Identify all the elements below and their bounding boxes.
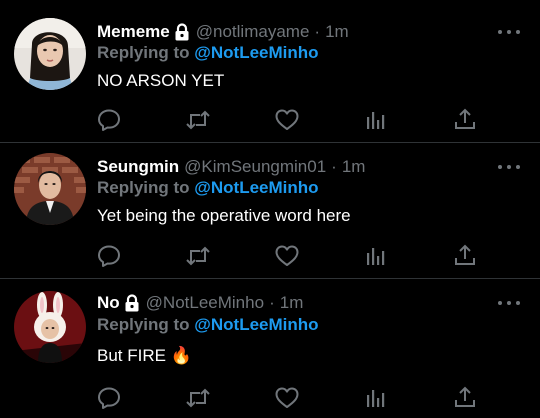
replying-to-label: Replying to [97, 178, 190, 197]
reply-icon[interactable] [96, 243, 122, 269]
tweet[interactable]: Seungmin @KimSeungmin01 · 1m Replying to… [0, 142, 540, 278]
replying-to-label: Replying to [97, 43, 190, 62]
action-bar [96, 385, 496, 411]
more-icon[interactable] [498, 162, 520, 172]
avatar[interactable] [14, 18, 86, 90]
replying-to-label: Replying to [97, 315, 190, 334]
reply-icon[interactable] [96, 107, 122, 133]
action-bar [96, 243, 496, 269]
reply-icon[interactable] [96, 385, 122, 411]
stats-icon[interactable] [363, 385, 389, 411]
separator: · [331, 157, 337, 176]
tweet-text: Yet being the operative word here [97, 206, 351, 225]
tweet-text: NO ARSON YET [97, 71, 225, 90]
replying-to: Replying to @NotLeeMinho [97, 41, 319, 65]
tweet[interactable]: No @NotLeeMinho · 1m Replying to @NotLee… [0, 278, 540, 418]
retweet-icon[interactable] [185, 243, 211, 269]
retweet-icon[interactable] [185, 107, 211, 133]
avatar[interactable] [14, 291, 86, 363]
user-handle[interactable]: @notlimayame [196, 22, 310, 42]
lock-icon [124, 294, 140, 312]
separator: · [269, 293, 275, 312]
user-handle[interactable]: @NotLeeMinho [146, 293, 264, 313]
replying-to-handle[interactable]: @NotLeeMinho [194, 178, 318, 197]
heart-icon[interactable] [274, 107, 300, 133]
tweet-text: But FIRE 🔥 [97, 346, 192, 365]
retweet-icon[interactable] [185, 385, 211, 411]
lock-icon [174, 23, 190, 41]
replying-to: Replying to @NotLeeMinho [97, 176, 319, 200]
display-name[interactable]: Mememe [97, 22, 170, 42]
stats-icon[interactable] [363, 243, 389, 269]
heart-icon[interactable] [274, 385, 300, 411]
share-icon[interactable] [452, 385, 478, 411]
replying-to-handle[interactable]: @NotLeeMinho [194, 43, 318, 62]
user-handle[interactable]: @KimSeungmin01 [184, 157, 326, 177]
display-name[interactable]: Seungmin [97, 157, 179, 177]
tweet[interactable]: Mememe @notlimayame · 1m Replying to @No… [0, 0, 540, 142]
action-bar [96, 107, 496, 133]
separator: · [314, 22, 321, 41]
tweet-header: No @NotLeeMinho · 1m [97, 291, 303, 315]
timestamp[interactable]: 1m [325, 22, 349, 42]
share-icon[interactable] [452, 107, 478, 133]
share-icon[interactable] [452, 243, 478, 269]
heart-icon[interactable] [274, 243, 300, 269]
stats-icon[interactable] [363, 107, 389, 133]
more-icon[interactable] [498, 298, 520, 308]
replying-to: Replying to @NotLeeMinho [97, 313, 319, 337]
avatar[interactable] [14, 153, 86, 225]
timestamp[interactable]: 1m [280, 293, 304, 313]
timestamp[interactable]: 1m [342, 157, 366, 177]
replying-to-handle[interactable]: @NotLeeMinho [194, 315, 318, 334]
display-name[interactable]: No [97, 293, 120, 313]
more-icon[interactable] [498, 27, 520, 37]
